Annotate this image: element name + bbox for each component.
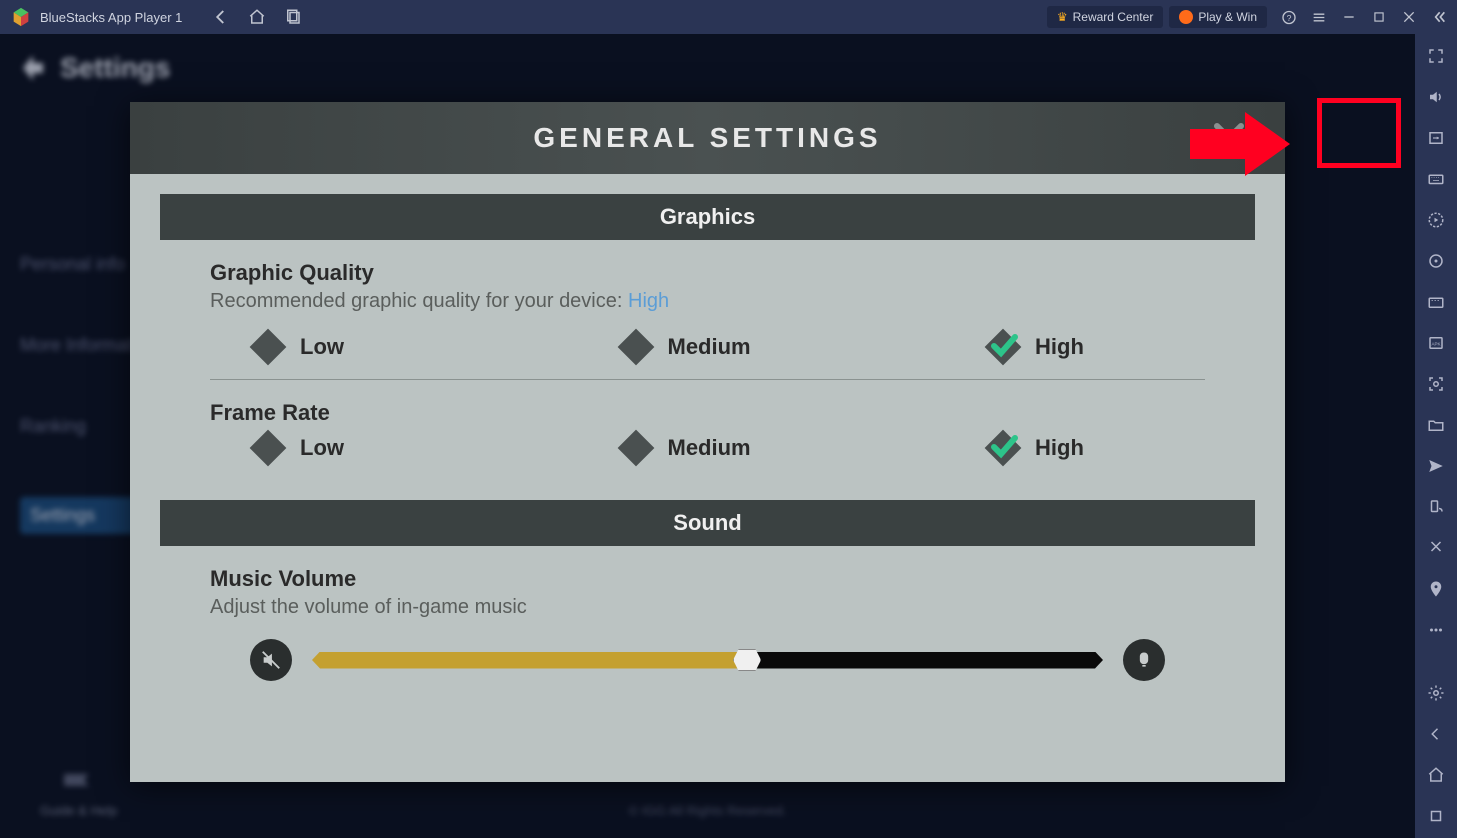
music-volume-title: Music Volume: [210, 566, 1205, 592]
nav-controls: [212, 8, 302, 26]
tools-sidebar: APK: [1415, 34, 1457, 838]
bluestacks-logo-icon: [10, 6, 32, 28]
radio-icon: [250, 430, 286, 466]
graphics-section-header: Graphics: [160, 194, 1255, 240]
radio-icon: [985, 329, 1021, 365]
bg-settings-header: Settings: [18, 52, 170, 84]
home-button[interactable]: [248, 8, 266, 26]
folder-icon[interactable]: [1426, 415, 1446, 434]
music-volume-group: Music Volume Adjust the volume of in-gam…: [160, 566, 1255, 681]
flag-icon: [59, 770, 99, 800]
settings-icon[interactable]: [1426, 684, 1446, 703]
volume-slider[interactable]: [312, 652, 1103, 669]
keyboard-icon[interactable]: [1426, 169, 1446, 188]
window-controls: ?: [1281, 9, 1447, 25]
svg-text:?: ?: [1287, 12, 1292, 22]
fullscreen-icon[interactable]: [1426, 46, 1446, 65]
app-title: BlueStacks App Player 1: [40, 10, 182, 25]
check-icon: [989, 432, 1019, 462]
titlebar: BlueStacks App Player 1 ♛ Reward Center …: [0, 0, 1457, 34]
bg-copyright: © IGG All Rights Reserved.: [629, 803, 787, 818]
more-icon[interactable]: [1426, 621, 1446, 640]
radio-icon: [618, 430, 654, 466]
modal-body: Graphics Graphic Quality Recommended gra…: [130, 174, 1285, 721]
slider-thumb[interactable]: [733, 649, 761, 671]
recents-button[interactable]: [284, 8, 302, 26]
frame-rate-group: Frame Rate Low Medium High: [160, 400, 1255, 480]
modal-close-button[interactable]: [1205, 114, 1253, 162]
home-icon[interactable]: [1426, 766, 1446, 785]
location-icon[interactable]: [1426, 580, 1446, 599]
recents-icon[interactable]: [1426, 807, 1446, 826]
play-win-label: Play & Win: [1198, 10, 1257, 24]
shake-icon[interactable]: [1426, 539, 1446, 558]
volume-max-icon[interactable]: [1123, 639, 1165, 681]
graphic-quality-title: Graphic Quality: [210, 260, 1205, 286]
macro-icon[interactable]: [1426, 292, 1446, 311]
graphic-quality-group: Graphic Quality Recommended graphic qual…: [160, 260, 1255, 380]
bg-settings-title: Settings: [60, 52, 170, 84]
music-volume-slider-row: [210, 639, 1205, 681]
collapse-button[interactable]: [1431, 9, 1447, 25]
camera-icon[interactable]: [1426, 374, 1446, 393]
plane-icon[interactable]: [1426, 456, 1446, 475]
record-icon[interactable]: [1426, 210, 1446, 229]
general-settings-modal: GENERAL SETTINGS Graphics Graphic Qualit…: [130, 102, 1285, 782]
recommended-value: High: [628, 290, 669, 312]
minimize-button[interactable]: [1341, 9, 1357, 25]
game-viewport: Settings Personal info More Information …: [0, 34, 1415, 838]
back-icon[interactable]: [1426, 725, 1446, 744]
back-button[interactable]: [212, 8, 230, 26]
check-icon: [989, 331, 1019, 361]
reward-center-label: Reward Center: [1073, 10, 1154, 24]
slider-fill: [312, 652, 747, 669]
modal-header: GENERAL SETTINGS: [130, 102, 1285, 174]
close-icon: [1209, 118, 1249, 158]
play-win-button[interactable]: Play & Win: [1169, 6, 1267, 28]
sync-icon[interactable]: [1426, 251, 1446, 270]
mute-icon[interactable]: [250, 639, 292, 681]
quality-radio-row: Low Medium High: [210, 329, 1205, 380]
menu-button[interactable]: [1311, 9, 1327, 25]
quality-medium-option[interactable]: Medium: [618, 329, 798, 365]
graphic-quality-desc: Recommended graphic quality for your dev…: [210, 290, 1205, 313]
radio-icon: [985, 430, 1021, 466]
slider-empty: [747, 652, 1103, 669]
quality-low-option[interactable]: Low: [250, 329, 430, 365]
svg-text:APK: APK: [1431, 341, 1440, 346]
framerate-medium-option[interactable]: Medium: [618, 430, 798, 466]
sound-section-header: Sound: [160, 500, 1255, 546]
radio-icon: [618, 329, 654, 365]
framerate-high-option[interactable]: High: [985, 430, 1165, 466]
rotate-icon[interactable]: [1426, 498, 1446, 517]
maximize-button[interactable]: [1371, 9, 1387, 25]
framerate-radio-row: Low Medium High: [210, 430, 1205, 480]
screenshot-icon[interactable]: [1426, 128, 1446, 147]
help-button[interactable]: ?: [1281, 9, 1297, 25]
modal-title: GENERAL SETTINGS: [533, 122, 881, 154]
radio-icon: [250, 329, 286, 365]
crown-icon: ♛: [1057, 10, 1068, 24]
bg-back-icon: [18, 53, 48, 83]
frame-rate-title: Frame Rate: [210, 400, 1205, 426]
reward-center-button[interactable]: ♛ Reward Center: [1047, 6, 1163, 28]
apk-icon[interactable]: APK: [1426, 333, 1446, 352]
quality-high-option[interactable]: High: [985, 329, 1165, 365]
close-button[interactable]: [1401, 9, 1417, 25]
music-volume-desc: Adjust the volume of in-game music: [210, 596, 1205, 619]
framerate-low-option[interactable]: Low: [250, 430, 430, 466]
play-win-icon: [1179, 10, 1193, 24]
bg-guide-help: Guide & Help: [40, 770, 117, 818]
volume-icon[interactable]: [1426, 87, 1446, 106]
